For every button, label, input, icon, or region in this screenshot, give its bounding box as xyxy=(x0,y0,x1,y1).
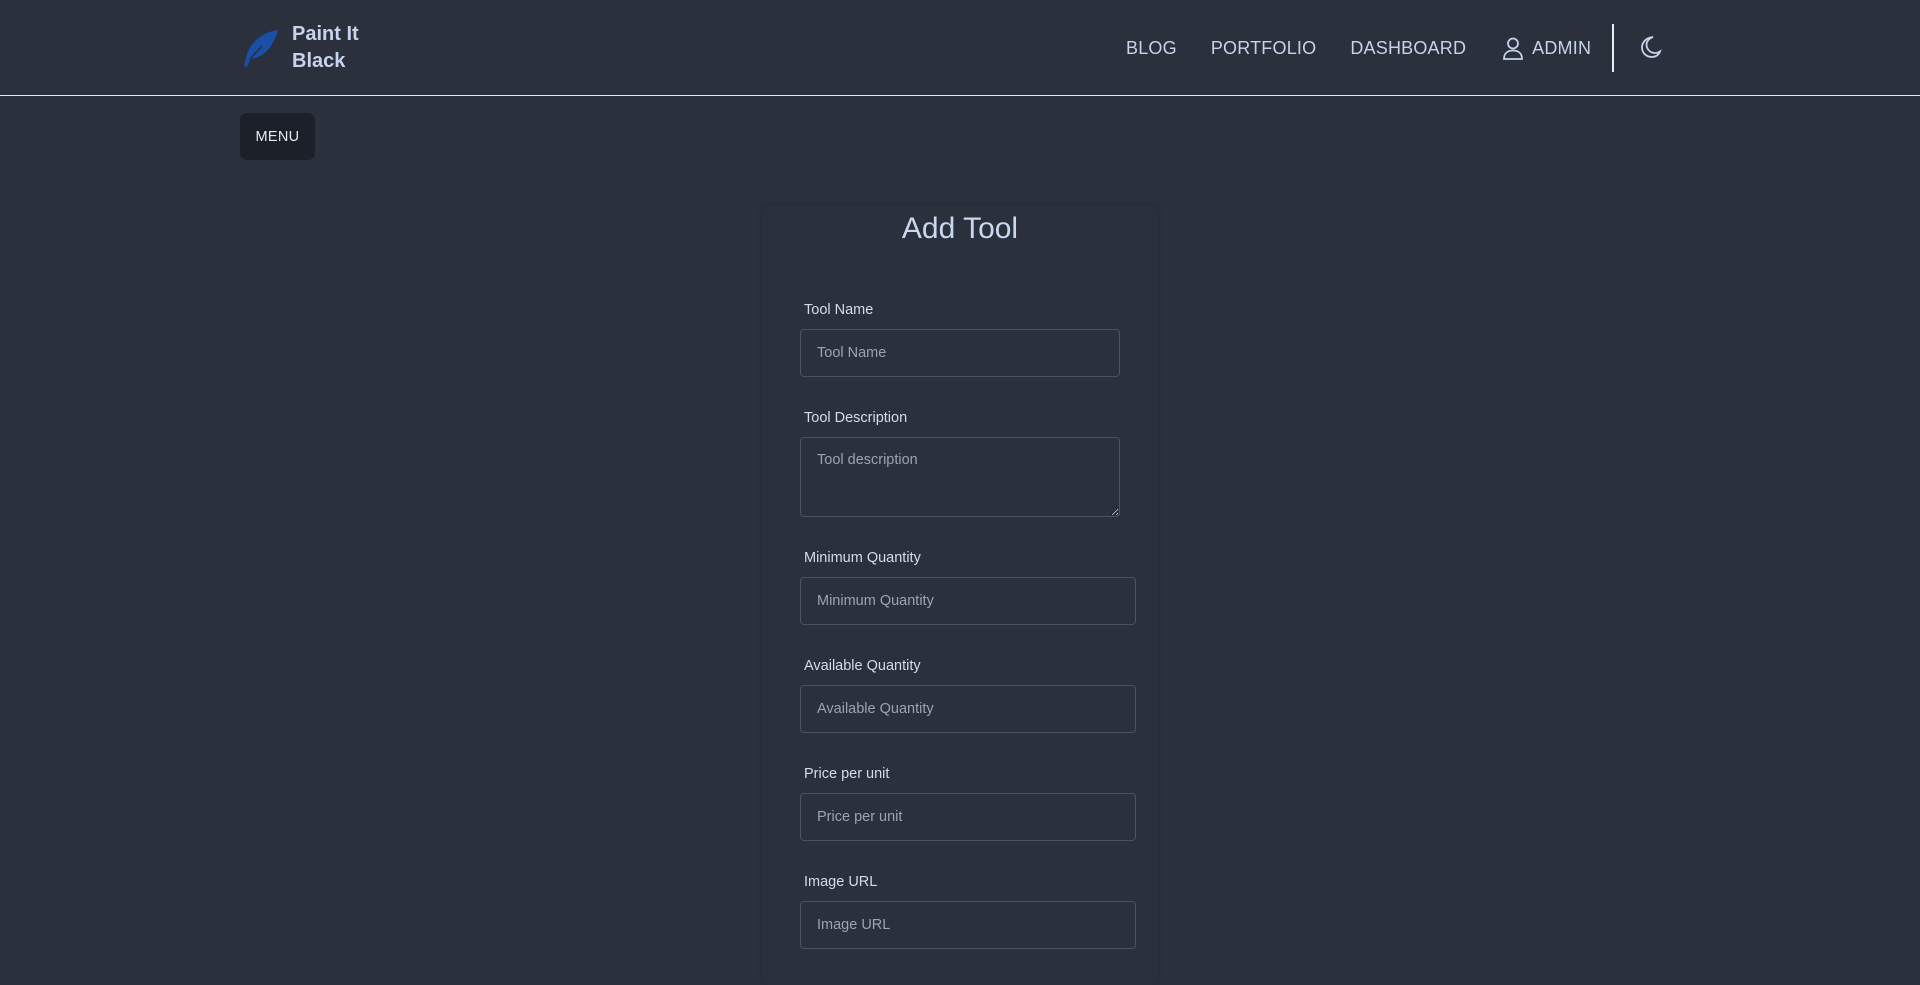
image-url-label: Image URL xyxy=(804,874,878,890)
nav-admin-label: ADMIN xyxy=(1532,37,1592,58)
nav-links: BLOG PORTFOLIO DASHBOARD ADMIN xyxy=(1126,30,1591,66)
feather-icon xyxy=(244,30,278,67)
brand-name: Paint It Black xyxy=(292,21,372,75)
nav-admin-link[interactable]: ADMIN xyxy=(1500,35,1591,61)
nav-portfolio-link[interactable]: PORTFOLIO xyxy=(1211,38,1317,59)
nav-blog-link[interactable]: BLOG xyxy=(1126,38,1177,59)
top-navbar: Paint It Black BLOG PORTFOLIO DASHBOARD … xyxy=(0,0,1920,96)
price-per-unit-input[interactable] xyxy=(800,793,1136,841)
available-quantity-label: Available Quantity xyxy=(804,658,921,674)
tool-description-label: Tool Description xyxy=(804,410,908,426)
nav-dashboard-link[interactable]: DASHBOARD xyxy=(1350,38,1466,59)
tool-name-label: Tool Name xyxy=(804,302,874,318)
available-quantity-input[interactable] xyxy=(800,685,1136,733)
brand-name-line1: Paint It xyxy=(292,23,359,45)
nav-divider xyxy=(1612,24,1614,72)
price-per-unit-label: Price per unit xyxy=(804,766,890,782)
tool-description-textarea[interactable] xyxy=(800,437,1120,517)
brand-name-line2: Black xyxy=(292,50,346,72)
user-icon xyxy=(1503,37,1524,60)
form-title: Add Tool xyxy=(901,212,1019,245)
minimum-quantity-label: Minimum Quantity xyxy=(804,550,921,566)
moon-icon[interactable] xyxy=(1636,33,1664,61)
brand-logo-link[interactable]: Paint It Black xyxy=(238,20,372,76)
image-url-input[interactable] xyxy=(800,901,1136,949)
minimum-quantity-input[interactable] xyxy=(800,577,1136,625)
tool-name-input[interactable] xyxy=(800,329,1120,377)
menu-button[interactable]: MENU xyxy=(240,113,315,160)
